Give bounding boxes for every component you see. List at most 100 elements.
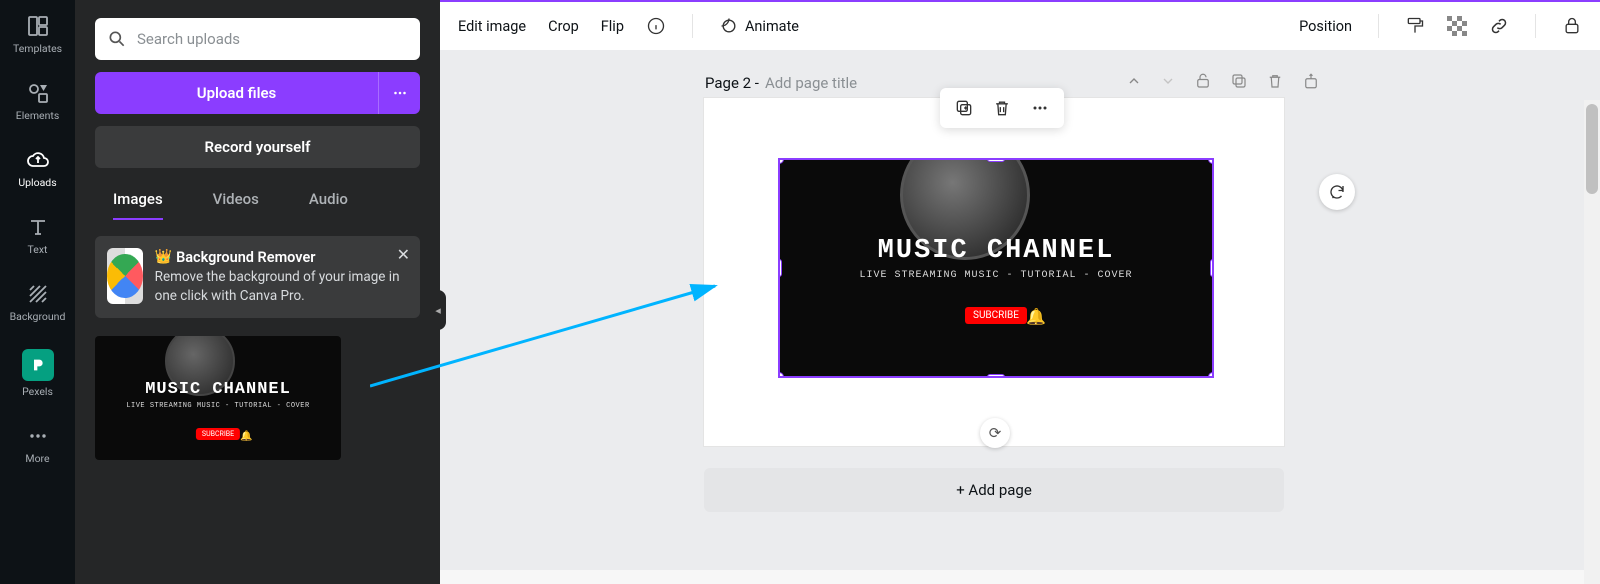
resize-handle-t[interactable] (987, 158, 1005, 162)
nav-background-label: Background (10, 310, 66, 323)
templates-icon (26, 14, 50, 38)
info-icon (646, 16, 666, 36)
resize-handle-tr[interactable] (1208, 158, 1214, 164)
promo-body: Remove the background of your image in o… (155, 268, 408, 306)
search-box[interactable] (95, 18, 420, 60)
thumb-subtitle: LIVE STREAMING MUSIC - TUTORIAL - COVER (95, 402, 341, 410)
animate-button[interactable]: Animate (719, 16, 799, 36)
promo-title: 👑Background Remover (155, 248, 408, 268)
link-button[interactable] (1489, 16, 1509, 36)
delete-button[interactable] (992, 98, 1012, 118)
resize-handle-r[interactable] (1210, 259, 1214, 277)
crop-button[interactable]: Crop (548, 18, 579, 35)
image-subtitle: LIVE STREAMING MUSIC - TUTORIAL - COVER (780, 270, 1212, 281)
search-icon (107, 29, 127, 49)
nav-pexels-label: Pexels (22, 385, 53, 398)
thumb-subscribe: SUBCRIBE (196, 428, 240, 440)
canvas-area: Edit image Crop Flip Animate Position Pa… (440, 0, 1600, 584)
upload-more-button[interactable] (378, 72, 420, 114)
record-yourself-button[interactable]: Record yourself (95, 126, 420, 168)
page-delete-button[interactable] (1266, 72, 1284, 90)
page-add-above-button[interactable] (1302, 72, 1320, 90)
upload-thumbnail[interactable]: MUSIC CHANNEL LIVE STREAMING MUSIC - TUT… (95, 336, 341, 460)
nav-uploads-label: Uploads (18, 176, 56, 189)
flip-button[interactable]: Flip (601, 18, 624, 35)
toolbar-separator (1378, 14, 1379, 38)
rotate-handle[interactable]: ⟳ (980, 418, 1010, 448)
replace-button[interactable] (1319, 174, 1355, 210)
transparency-button[interactable] (1447, 16, 1467, 36)
refresh-icon (1328, 183, 1346, 201)
horizontal-scrollbar[interactable] (440, 570, 1584, 584)
nav-elements-label: Elements (16, 109, 60, 122)
lock-button[interactable] (1562, 16, 1582, 36)
nav-pexels[interactable]: Pexels (0, 347, 75, 400)
pexels-icon (22, 349, 54, 381)
page-title-input[interactable]: Add page title (765, 74, 857, 92)
page-header: Page 2 - Add page title (705, 74, 857, 92)
nav-text[interactable]: Text (0, 213, 75, 258)
info-button[interactable] (646, 16, 666, 36)
canvas-scroll[interactable]: Page 2 - Add page title MUSIC CHANNEL (440, 50, 1600, 584)
paint-format-button[interactable] (1405, 16, 1425, 36)
scrollbar-thumb[interactable] (1586, 104, 1598, 194)
page-lock-button[interactable] (1194, 72, 1212, 90)
more-icon (26, 424, 50, 448)
promo-close-button[interactable]: ✕ (397, 244, 410, 266)
lock-icon (1562, 16, 1582, 36)
record-label: Record yourself (205, 138, 311, 156)
resize-handle-bl[interactable] (778, 372, 784, 378)
selected-image[interactable]: MUSIC CHANNEL LIVE STREAMING MUSIC - TUT… (778, 158, 1214, 378)
promo-thumbnail (107, 248, 143, 304)
toolbar-separator (1535, 14, 1536, 38)
nav-rail: Templates Elements Uploads Text Backgrou… (0, 0, 75, 584)
link-icon (1489, 16, 1509, 36)
transparency-icon (1447, 16, 1467, 36)
crown-icon: 👑 (155, 248, 172, 268)
selection-float-toolbar (940, 88, 1064, 128)
resize-handle-tl[interactable] (778, 158, 784, 164)
page-actions (1126, 72, 1320, 90)
upload-files-button[interactable]: Upload files (95, 72, 420, 114)
toolbar-separator (692, 14, 693, 38)
resize-handle-b[interactable] (987, 374, 1005, 378)
nav-templates[interactable]: Templates (0, 12, 75, 57)
nav-background[interactable]: Background (0, 280, 75, 325)
text-icon (26, 215, 50, 239)
nav-elements[interactable]: Elements (0, 79, 75, 124)
animate-icon (719, 16, 739, 36)
panel-collapse-handle[interactable]: ◂ (430, 290, 446, 330)
resize-handle-br[interactable] (1208, 372, 1214, 378)
bg-remover-promo: ✕ 👑Background Remover Remove the backgro… (95, 236, 420, 318)
nav-more[interactable]: More (0, 422, 75, 467)
nav-more-label: More (25, 452, 49, 465)
duplicate-button[interactable] (954, 98, 974, 118)
background-icon (26, 282, 50, 306)
elements-icon (26, 81, 50, 105)
dots-icon (391, 84, 409, 102)
context-toolbar: Edit image Crop Flip Animate Position (440, 0, 1600, 50)
position-button[interactable]: Position (1299, 18, 1352, 35)
page-down-button[interactable] (1160, 73, 1176, 89)
paint-roller-icon (1405, 16, 1425, 36)
page-label: Page 2 - (705, 74, 759, 92)
image-title: MUSIC CHANNEL (780, 236, 1212, 266)
uploads-panel: Upload files Record yourself Images Vide… (75, 0, 440, 584)
upload-files-label: Upload files (95, 84, 378, 102)
nav-uploads[interactable]: Uploads (0, 146, 75, 191)
more-options-button[interactable] (1030, 98, 1050, 118)
vertical-scrollbar[interactable] (1584, 100, 1600, 584)
page-up-button[interactable] (1126, 73, 1142, 89)
uploads-tabs: Images Videos Audio (95, 190, 420, 220)
edit-image-button[interactable]: Edit image (458, 18, 526, 35)
tab-audio[interactable]: Audio (309, 190, 348, 220)
image-bell-icon: 🔔 (1026, 307, 1046, 326)
tab-images[interactable]: Images (113, 190, 163, 220)
search-input[interactable] (137, 30, 408, 48)
add-page-button[interactable]: + Add page (704, 468, 1284, 512)
nav-templates-label: Templates (13, 42, 62, 55)
uploads-icon (26, 148, 50, 172)
resize-handle-l[interactable] (778, 259, 782, 277)
tab-videos[interactable]: Videos (213, 190, 259, 220)
page-duplicate-button[interactable] (1230, 72, 1248, 90)
